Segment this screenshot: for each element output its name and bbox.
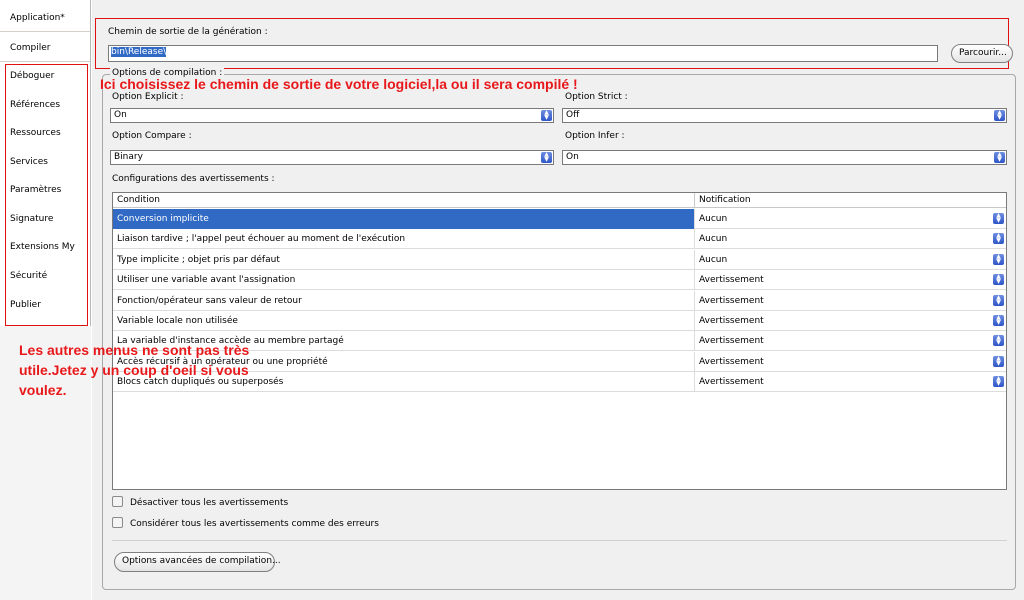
updown-arrows-icon: ▲ ▼: [994, 110, 1005, 121]
option-strict-label: Option Strict :: [565, 92, 628, 102]
notification-value: Avertissement: [699, 356, 764, 367]
notification-select[interactable]: Avertissement ▲ ▼: [696, 332, 1005, 351]
property-pages-sidebar: Application* Compiler Déboguer Référence…: [0, 0, 91, 600]
condition-cell: Variable locale non utilisée: [113, 311, 695, 331]
disable-all-warnings-checkbox[interactable]: Désactiver tous les avertissements: [112, 496, 288, 510]
annotation-output-path: Ici choisissez le chemin de sortie de vo…: [100, 76, 578, 92]
checkbox-box[interactable]: [112, 517, 123, 528]
updown-arrows-icon: ▲ ▼: [993, 253, 1004, 265]
condition-cell: Conversion implicite: [113, 209, 695, 229]
output-path-value: bin\Release\: [111, 47, 167, 57]
updown-arrows-icon: ▲ ▼: [993, 376, 1004, 388]
notification-select[interactable]: Aucun ▲ ▼: [696, 210, 1005, 228]
output-path-label: Chemin de sortie de la génération :: [108, 27, 268, 37]
notification-select[interactable]: Avertissement ▲ ▼: [696, 271, 1005, 290]
updown-arrows-icon: ▲ ▼: [993, 315, 1004, 326]
option-compare-value: Binary: [114, 152, 143, 162]
treat-warnings-as-errors-label: Considérer tous les avertissements comme…: [130, 519, 379, 529]
notification-value: Avertissement: [699, 316, 764, 326]
option-infer-label: Option Infer :: [565, 131, 625, 141]
option-explicit-value: On: [114, 110, 127, 120]
notification-select[interactable]: Aucun ▲ ▼: [696, 230, 1005, 249]
updown-arrows-icon: ▲ ▼: [993, 233, 1004, 245]
option-strict-select[interactable]: Off ▲ ▼: [562, 108, 1007, 123]
notification-value: Avertissement: [699, 275, 764, 286]
updown-arrows-icon: ▲ ▼: [993, 274, 1004, 286]
output-path-section: Chemin de sortie de la génération : bin\…: [95, 18, 1013, 69]
notification-value: Aucun: [699, 254, 728, 265]
updown-arrows-icon: ▲ ▼: [993, 294, 1004, 306]
option-infer-value: On: [566, 152, 579, 162]
column-header-notification[interactable]: Notification: [695, 193, 1006, 208]
notification-value: Aucun: [699, 234, 728, 245]
notification-select[interactable]: Avertissement ▲ ▼: [696, 352, 1005, 371]
option-strict-value: Off: [566, 110, 580, 120]
table-row[interactable]: Fonction/opérateur sans valeur de retour…: [113, 290, 1006, 311]
table-row[interactable]: Variable locale non utilisée Avertissemen…: [113, 311, 1006, 331]
condition-cell: Liaison tardive ; l'appel peut échouer a…: [113, 229, 695, 250]
output-path-input[interactable]: bin\Release\: [108, 45, 938, 62]
notification-value: Avertissement: [699, 377, 764, 388]
option-compare-label: Option Compare :: [112, 131, 192, 141]
sidebar-item-application[interactable]: Application*: [0, 4, 90, 32]
option-compare-select[interactable]: Binary ▲ ▼: [110, 150, 554, 165]
notification-value: Aucun: [699, 214, 728, 224]
annotation-outline-sidebar: [5, 64, 88, 326]
treat-warnings-as-errors-checkbox[interactable]: Considérer tous les avertissements comme…: [112, 517, 379, 531]
browse-button[interactable]: Parcourir...: [951, 44, 1013, 63]
option-explicit-select[interactable]: On ▲ ▼: [110, 108, 554, 123]
updown-arrows-icon: ▲ ▼: [541, 152, 552, 163]
updown-arrows-icon: ▲ ▼: [993, 355, 1004, 367]
updown-arrows-icon: ▲ ▼: [993, 335, 1004, 347]
option-explicit-label: Option Explicit :: [112, 92, 184, 102]
separator: [112, 540, 1007, 541]
column-header-condition[interactable]: Condition: [113, 193, 695, 208]
table-row[interactable]: Conversion implicite Aucun ▲ ▼: [113, 209, 1006, 229]
notification-select[interactable]: Aucun ▲ ▼: [696, 250, 1005, 269]
annotation-other-menus: Les autres menus ne sont pas très utile.…: [19, 342, 250, 398]
updown-arrows-icon: ▲ ▼: [993, 213, 1004, 224]
notification-value: Avertissement: [699, 336, 764, 347]
checkbox-box[interactable]: [112, 496, 123, 507]
table-row[interactable]: Type implicite ; objet pris par défaut Au…: [113, 249, 1006, 270]
table-row[interactable]: Utiliser une variable avant l'assignatio…: [113, 270, 1006, 291]
condition-cell: Fonction/opérateur sans valeur de retour: [113, 290, 695, 311]
disable-all-warnings-label: Désactiver tous les avertissements: [130, 498, 289, 508]
option-infer-select[interactable]: On ▲ ▼: [562, 150, 1007, 165]
condition-cell: Utiliser une variable avant l'assignatio…: [113, 270, 695, 291]
notification-select[interactable]: Avertissement ▲ ▼: [696, 373, 1005, 392]
warnings-table-header: Condition Notification: [113, 193, 1006, 208]
condition-cell: Type implicite ; objet pris par défaut: [113, 249, 695, 270]
warnings-config-label: Configurations des avertissements :: [112, 174, 275, 184]
table-row[interactable]: Liaison tardive ; l'appel peut échouer a…: [113, 229, 1006, 250]
updown-arrows-icon: ▲ ▼: [994, 152, 1005, 163]
sidebar-item-compiler[interactable]: Compiler: [0, 34, 90, 62]
notification-select[interactable]: Avertissement ▲ ▼: [696, 312, 1005, 330]
notification-value: Avertissement: [699, 295, 764, 306]
updown-arrows-icon: ▲ ▼: [541, 110, 552, 121]
notification-select[interactable]: Avertissement ▲ ▼: [696, 291, 1005, 310]
advanced-compile-options-button[interactable]: Options avancées de compilation...: [114, 552, 281, 572]
